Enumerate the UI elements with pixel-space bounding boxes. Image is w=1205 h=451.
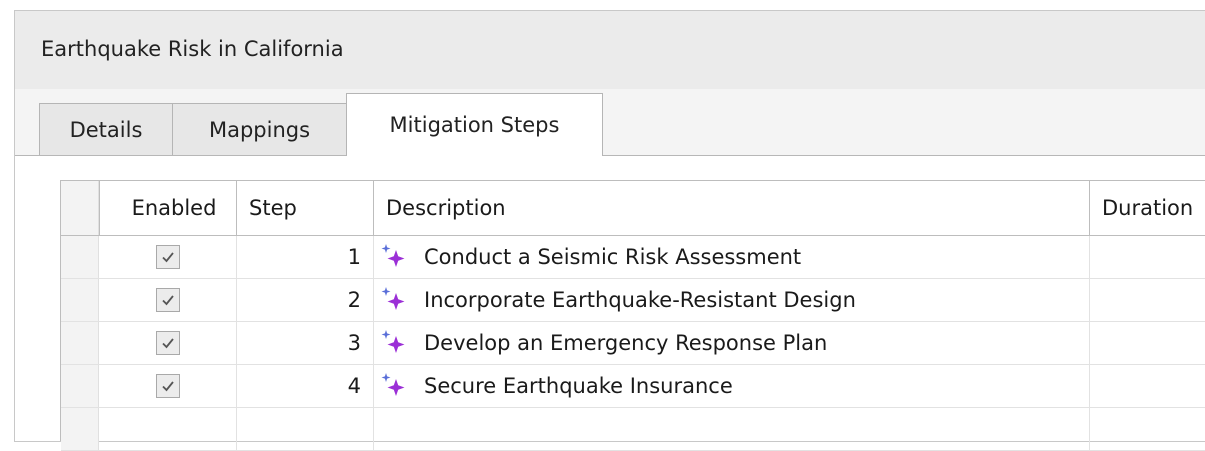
window-title: Earthquake Risk in California	[41, 37, 344, 61]
enabled-cell	[99, 365, 236, 407]
checkmark-icon	[161, 252, 174, 263]
enabled-checkbox[interactable]	[155, 288, 180, 312]
table-row[interactable]: 4 Secure Earthquake Insurance	[61, 365, 1205, 408]
step-cell: 1	[236, 236, 373, 278]
table-row-partial[interactable]	[61, 408, 1205, 451]
column-header-description[interactable]: Description	[373, 181, 1089, 235]
tab-details[interactable]: Details	[39, 103, 173, 155]
row-selector[interactable]	[61, 279, 99, 321]
column-header-duration[interactable]: Duration	[1089, 181, 1205, 235]
sparkle-icon	[381, 287, 405, 310]
checkmark-icon	[161, 381, 174, 392]
description-text: Incorporate Earthquake-Resistant Design	[424, 288, 856, 312]
column-header-description-label: Description	[386, 196, 506, 220]
step-cell: 4	[236, 365, 373, 407]
tab-content: Enabled Step Description Duration 1 Cond…	[15, 156, 1205, 451]
sparkle-icon	[381, 330, 405, 353]
column-header-step[interactable]: Step	[236, 181, 373, 235]
tab-mitigation-steps[interactable]: Mitigation Steps	[346, 93, 603, 156]
column-header-enabled-label: Enabled	[131, 196, 217, 220]
tab-strip: Details Mappings Mitigation Steps	[15, 89, 1205, 156]
description-text: Secure Earthquake Insurance	[424, 374, 733, 398]
step-cell: 3	[236, 322, 373, 364]
description-cell	[373, 408, 1089, 450]
column-header-step-label: Step	[249, 196, 297, 220]
checkmark-icon	[161, 295, 174, 306]
enabled-checkbox[interactable]	[155, 245, 180, 269]
enabled-cell	[99, 322, 236, 364]
tab-mappings-label: Mappings	[208, 117, 311, 142]
enabled-cell	[99, 279, 236, 321]
title-bar: Earthquake Risk in California	[15, 11, 1205, 90]
table-row[interactable]: 2 Incorporate Earthquake-Resistant Desig…	[61, 279, 1205, 322]
description-cell: Develop an Emergency Response Plan	[373, 322, 1089, 364]
description-cell: Conduct a Seismic Risk Assessment	[373, 236, 1089, 278]
description-cell: Secure Earthquake Insurance	[373, 365, 1089, 407]
sparkle-icon	[381, 244, 405, 267]
tab-mappings[interactable]: Mappings	[172, 103, 347, 155]
tab-mitigation-steps-label: Mitigation Steps	[389, 113, 560, 137]
row-selector[interactable]	[61, 322, 99, 364]
row-selector[interactable]	[61, 236, 99, 278]
table-row[interactable]: 3 Develop an Emergency Response Plan	[61, 322, 1205, 365]
enabled-checkbox[interactable]	[155, 331, 180, 355]
column-header-enabled[interactable]: Enabled	[99, 181, 236, 235]
column-header-duration-label: Duration	[1102, 196, 1194, 220]
mitigation-steps-grid: Enabled Step Description Duration 1 Cond…	[60, 180, 1205, 451]
sparkle-icon	[381, 373, 405, 396]
table-row[interactable]: 1 Conduct a Seismic Risk Assessment	[61, 236, 1205, 279]
enabled-cell	[99, 236, 236, 278]
mitigation-window: Earthquake Risk in California Details Ma…	[14, 10, 1205, 451]
description-text: Conduct a Seismic Risk Assessment	[424, 245, 802, 269]
duration-cell	[1089, 236, 1205, 278]
duration-cell	[1089, 279, 1205, 321]
enabled-checkbox[interactable]	[155, 374, 180, 398]
tab-details-label: Details	[69, 117, 143, 142]
description-cell: Incorporate Earthquake-Resistant Design	[373, 279, 1089, 321]
duration-cell	[1089, 365, 1205, 407]
row-selector-header[interactable]	[61, 181, 99, 235]
description-text: Develop an Emergency Response Plan	[424, 331, 828, 355]
duration-cell	[1089, 408, 1205, 450]
grid-header: Enabled Step Description Duration	[61, 181, 1205, 236]
row-selector[interactable]	[61, 408, 99, 450]
row-selector[interactable]	[61, 365, 99, 407]
step-cell	[236, 408, 373, 450]
step-cell: 2	[236, 279, 373, 321]
checkmark-icon	[161, 338, 174, 349]
duration-cell	[1089, 322, 1205, 364]
